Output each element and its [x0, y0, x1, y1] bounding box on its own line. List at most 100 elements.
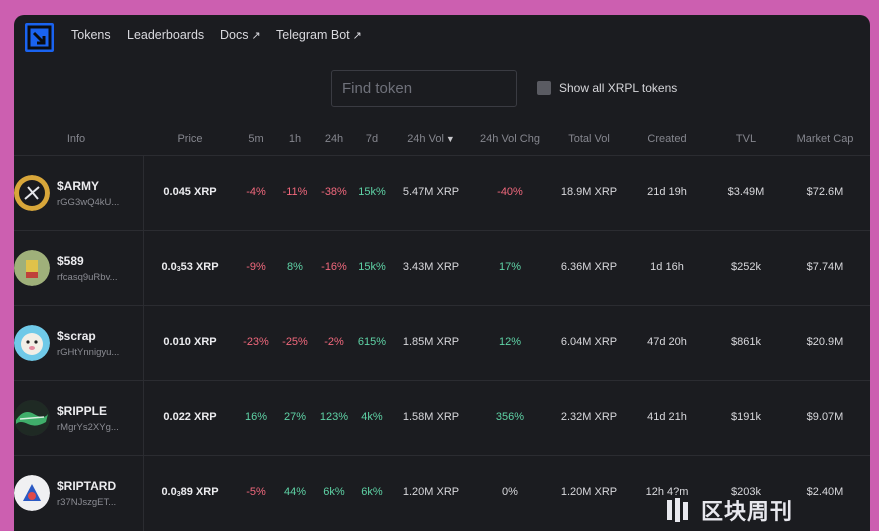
- token-address: rMgrYs2XYg...: [57, 422, 119, 433]
- col-info: Info: [66, 133, 86, 145]
- col-24h-vol[interactable]: 24h Vol ▼: [407, 133, 455, 145]
- change-1h: 27%: [283, 411, 307, 423]
- nav-telegram-bot[interactable]: Telegram Bot ↗: [276, 28, 362, 42]
- change-5m: -5%: [246, 486, 266, 498]
- change-24h: 123%: [319, 411, 349, 423]
- price-main: 0.0: [161, 486, 177, 498]
- vol-24h: 3.43M XRP: [402, 261, 460, 273]
- watermark-text: 区块周刊: [701, 499, 794, 524]
- table-row[interactable]: $589 rfcasq9uRbv... 0.0353 XRP -9% 8% -1…: [14, 230, 870, 306]
- tvl-value: $3.49M: [727, 186, 765, 198]
- change-24h: -16%: [321, 261, 347, 273]
- change-1h: 44%: [283, 486, 307, 498]
- total-vol: 6.04M XRP: [560, 336, 618, 348]
- change-1h: 8%: [287, 261, 303, 273]
- nav-tokens-label: Tokens: [71, 28, 111, 42]
- vol-change: 17%: [498, 261, 522, 273]
- nav-leaderboards-label: Leaderboards: [127, 28, 205, 42]
- token-info: $589 rfcasq9uRbv...: [14, 231, 144, 306]
- token-info: $RIPTARD r37NJszgET...: [14, 456, 144, 531]
- nav-tokens[interactable]: Tokens: [71, 28, 111, 42]
- change-5m: -23%: [243, 336, 269, 348]
- created-age: 41d 21h: [647, 411, 687, 423]
- watermark-logo-icon: [667, 498, 688, 522]
- nav-leaderboards[interactable]: Leaderboards: [127, 28, 204, 42]
- change-24h: -38%: [321, 186, 347, 198]
- nav-docs-label: Docs: [220, 28, 249, 42]
- price-cell: 0.022 XRP: [163, 411, 217, 423]
- vol-change: -40%: [497, 186, 523, 198]
- watermark: 区块周刊: [665, 494, 793, 526]
- table-row[interactable]: $ARMY rGG3wQ4kU... 0.045 XRP -4% -11% -3…: [14, 155, 870, 231]
- total-vol: 1.20M XRP: [560, 486, 618, 498]
- token-ticker: $RIPPLE: [57, 404, 108, 418]
- show-all-label: Show all XRPL tokens: [559, 81, 678, 95]
- col-price[interactable]: Price: [177, 133, 202, 145]
- token-ticker: $589: [57, 254, 84, 268]
- token-avatar: [14, 400, 50, 436]
- change-7d: 6k%: [361, 486, 383, 498]
- market-cap-value: $2.40M: [806, 486, 844, 498]
- vol-24h: 1.85M XRP: [402, 336, 460, 348]
- token-ticker: $scrap: [57, 329, 96, 343]
- token-ticker: $RIPTARD: [57, 479, 117, 493]
- market-cap-value: $20.9M: [806, 336, 844, 348]
- vol-change: 356%: [495, 411, 525, 423]
- token-ticker: $ARMY: [57, 179, 100, 193]
- show-all-checkbox[interactable]: [537, 81, 551, 95]
- token-avatar: [14, 475, 50, 511]
- price-main: 0.0: [161, 261, 177, 273]
- price-cell: 0.045 XRP: [163, 186, 217, 198]
- change-5m: -9%: [246, 261, 266, 273]
- change-7d: 15k%: [358, 261, 386, 273]
- created-age: 1d 16h: [650, 261, 684, 273]
- col-5m[interactable]: 5m: [248, 133, 263, 145]
- col-tvl[interactable]: TVL: [736, 133, 756, 145]
- price-rest: 53 XRP: [180, 261, 219, 273]
- change-7d: 15k%: [358, 186, 386, 198]
- market-cap-value: $72.6M: [806, 186, 844, 198]
- change-5m: -4%: [246, 186, 266, 198]
- token-address: r37NJszgET...: [57, 497, 117, 508]
- token-info: $ARMY rGG3wQ4kU...: [14, 156, 144, 231]
- col-24h[interactable]: 24h: [325, 133, 343, 145]
- change-5m: 16%: [244, 411, 268, 423]
- show-all-toggle[interactable]: Show all XRPL tokens: [537, 81, 677, 95]
- table-row[interactable]: $RIPPLE rMgrYs2XYg... 0.022 XRP 16% 27% …: [14, 380, 870, 456]
- token-info: $RIPPLE rMgrYs2XYg...: [14, 381, 144, 456]
- created-age: 21d 19h: [647, 186, 687, 198]
- market-cap-value: $9.07M: [806, 411, 844, 423]
- vol-24h: 1.20M XRP: [402, 486, 460, 498]
- change-7d: 4k%: [361, 411, 383, 423]
- col-7d[interactable]: 7d: [366, 133, 378, 145]
- token-address: rGHtYnnigyu...: [57, 347, 120, 358]
- col-24h-vol-chg[interactable]: 24h Vol Chg: [480, 133, 540, 145]
- top-nav: Tokens Leaderboards Docs ↗ Telegram Bot …: [14, 15, 870, 59]
- col-market-cap[interactable]: Market Cap: [797, 133, 854, 145]
- col-24h-vol-label: 24h Vol: [407, 133, 444, 145]
- token-address: rGG3wQ4kU...: [57, 197, 120, 208]
- change-24h: 6k%: [323, 486, 345, 498]
- vol-24h: 1.58M XRP: [402, 411, 460, 423]
- vol-24h: 5.47M XRP: [402, 186, 460, 198]
- change-1h: -11%: [282, 186, 308, 198]
- vol-change: 0%: [502, 486, 518, 498]
- nav-docs[interactable]: Docs ↗: [220, 28, 261, 42]
- token-avatar: [14, 325, 50, 361]
- search-input[interactable]: [331, 70, 517, 107]
- app-window: Tokens Leaderboards Docs ↗ Telegram Bot …: [14, 15, 870, 531]
- logo-icon: [27, 25, 52, 50]
- price-rest: 89 XRP: [180, 486, 219, 498]
- col-created[interactable]: Created: [647, 133, 686, 145]
- nav-telegram-label: Telegram Bot: [276, 28, 350, 42]
- change-7d: 615%: [357, 336, 387, 348]
- token-avatar: [14, 175, 50, 211]
- col-1h[interactable]: 1h: [289, 133, 301, 145]
- brand-logo[interactable]: [25, 23, 54, 52]
- token-info: $scrap rGHtYnnigyu...: [14, 306, 144, 381]
- token-address: rfcasq9uRbv...: [57, 272, 118, 283]
- table-row[interactable]: $scrap rGHtYnnigyu... 0.010 XRP -23% -25…: [14, 305, 870, 381]
- external-link-icon: ↗: [352, 29, 362, 42]
- tvl-value: $861k: [731, 336, 761, 348]
- col-total-vol[interactable]: Total Vol: [568, 133, 610, 145]
